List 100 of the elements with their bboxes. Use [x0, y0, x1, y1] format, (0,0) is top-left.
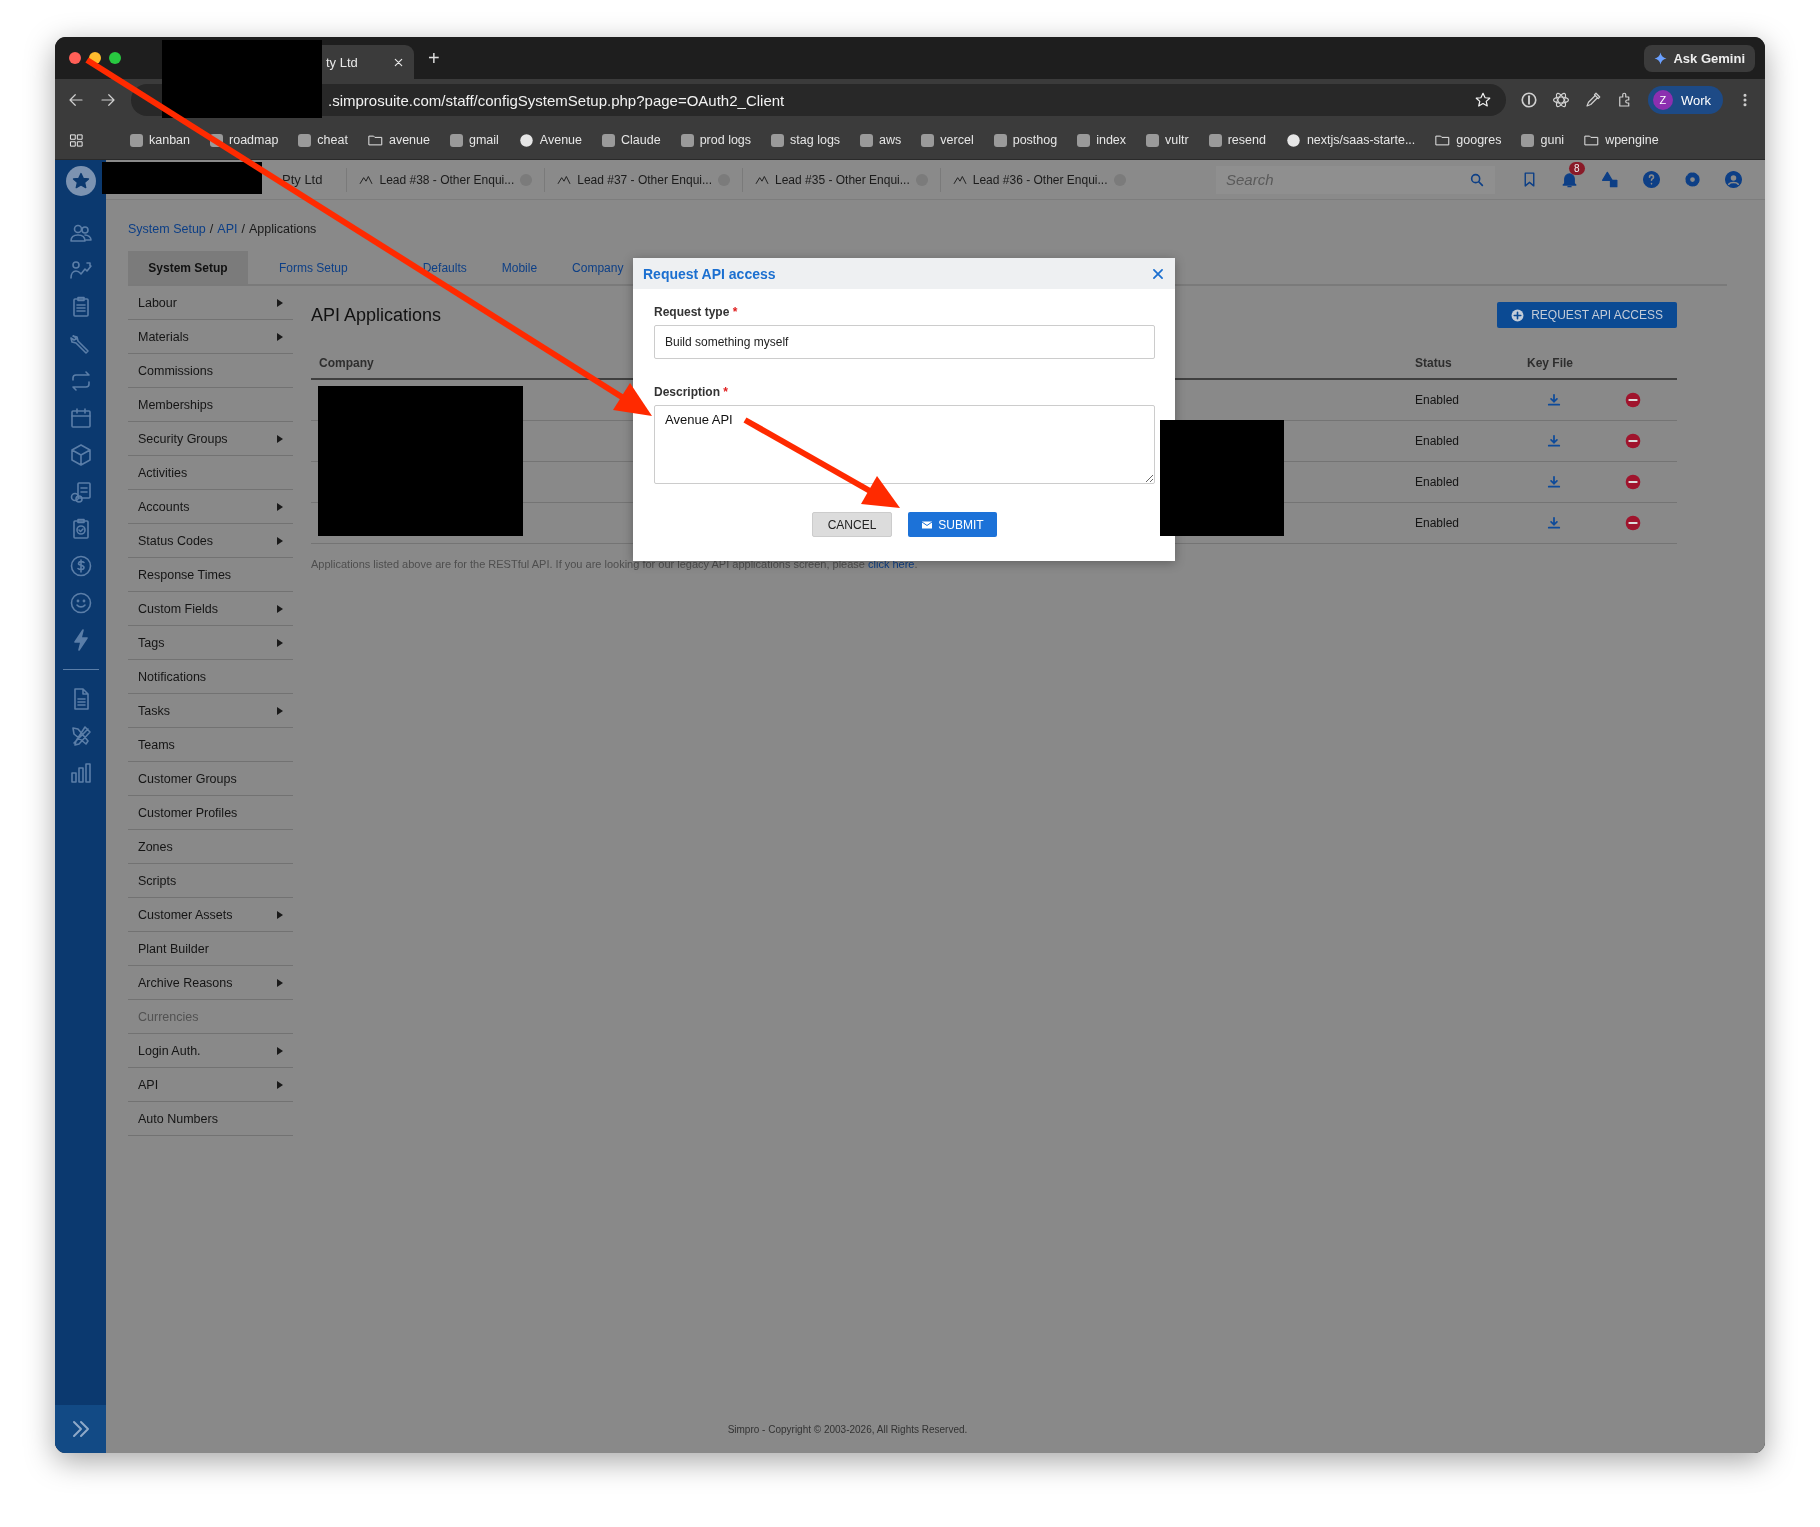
bookmark[interactable]: aws: [860, 133, 902, 147]
bookmark[interactable]: guni: [1521, 133, 1565, 147]
menu-item[interactable]: Tags: [128, 626, 293, 660]
breadcrumb-link[interactable]: API: [217, 222, 238, 236]
bookmark[interactable]: resend: [1208, 133, 1266, 147]
bookmark[interactable]: Avenue: [518, 132, 582, 148]
download-button[interactable]: [1547, 393, 1561, 407]
status-cell: Enabled: [1407, 421, 1519, 462]
close-window-button[interactable]: [69, 52, 81, 64]
menu-item[interactable]: Memberships: [128, 388, 293, 422]
new-tab-button[interactable]: +: [422, 46, 446, 70]
menu-item[interactable]: Tasks: [128, 694, 293, 728]
menu-item[interactable]: Zones: [128, 830, 293, 864]
menu-item[interactable]: Plant Builder: [128, 932, 293, 966]
bookmark[interactable]: posthog: [993, 133, 1058, 147]
menu-item[interactable]: Materials: [128, 320, 293, 354]
menu-item[interactable]: Labour: [128, 286, 293, 320]
column-header: Status: [1407, 348, 1519, 380]
site-icon: [1146, 133, 1160, 147]
menu-item[interactable]: Customer Profiles: [128, 796, 293, 830]
submenu-arrow-icon: [277, 706, 283, 715]
bookmark[interactable]: vercel: [921, 133, 974, 147]
bookmark-star-icon: [1473, 91, 1492, 109]
description-field[interactable]: Avenue API: [654, 405, 1155, 484]
settings-tab[interactable]: Defaults: [422, 251, 467, 284]
bookmark[interactable]: index: [1077, 133, 1127, 147]
settings-tab[interactable]: System Setup: [128, 251, 248, 284]
bookmark[interactable]: googres: [1435, 132, 1502, 148]
menu-item[interactable]: Status Codes: [128, 524, 293, 558]
request-api-access-button[interactable]: REQUEST API ACCESS: [1497, 302, 1677, 328]
download-button[interactable]: [1547, 434, 1561, 448]
bookmark[interactable]: nextjs/saas-starte...: [1285, 132, 1416, 148]
submenu-arrow-icon: [277, 332, 283, 341]
cancel-button[interactable]: CANCEL: [812, 512, 892, 537]
menu-item[interactable]: Accounts: [128, 490, 293, 524]
menu-item[interactable]: Scripts: [128, 864, 293, 898]
profile-button[interactable]: Z Work: [1647, 86, 1723, 114]
field-label: Request type *: [654, 305, 739, 319]
breadcrumb-link[interactable]: System Setup: [128, 222, 206, 236]
browser-tab[interactable]: ty Ltd: [322, 45, 414, 79]
site-icon: [921, 133, 935, 147]
bookmark[interactable]: vultr: [1146, 133, 1189, 147]
menu-item[interactable]: Activities: [128, 456, 293, 490]
breadcrumb-separator: /: [241, 222, 245, 236]
download-button[interactable]: [1547, 475, 1561, 489]
settings-tab[interactable]: Mobile: [501, 251, 538, 284]
submenu-arrow-icon: [277, 434, 283, 443]
menu-item[interactable]: Custom Fields: [128, 592, 293, 626]
bookmark[interactable]: Claude: [602, 133, 661, 147]
bookmark[interactable]: avenue: [367, 132, 430, 148]
site-icon: [1521, 133, 1535, 147]
expand-button[interactable]: [55, 1405, 106, 1453]
breadcrumb-separator: /: [209, 222, 214, 236]
atom-icon: [1551, 91, 1570, 109]
bookmark[interactable]: gmail: [449, 133, 499, 147]
folder-icon: [1435, 132, 1451, 148]
menu-item[interactable]: Customer Assets: [128, 898, 293, 932]
menu-item[interactable]: Security Groups: [128, 422, 293, 456]
lead-tab[interactable]: Lead #38 - Other Enqui...: [346, 167, 545, 192]
download-icon: [1547, 475, 1561, 489]
lead-tab[interactable]: Lead #35 - Other Enqui...: [742, 167, 940, 192]
menu-item[interactable]: Archive Reasons: [128, 966, 293, 1000]
site-icon: [602, 133, 615, 147]
remove-button[interactable]: [1625, 474, 1641, 490]
menu-item[interactable]: Notifications: [128, 660, 293, 694]
menu-item[interactable]: Commissions: [128, 354, 293, 388]
user-icon: [1724, 170, 1743, 189]
submit-button[interactable]: SUBMIT: [908, 512, 997, 537]
menu-item[interactable]: Login Auth.: [128, 1034, 293, 1068]
settings-tab[interactable]: Company: [572, 251, 624, 284]
download-button[interactable]: [1547, 516, 1561, 530]
settings-tab[interactable]: Forms Setup: [279, 251, 348, 284]
box-icon: [68, 443, 93, 467]
submenu-arrow-icon: [277, 502, 283, 511]
maximize-window-button[interactable]: [109, 52, 121, 64]
menu-item[interactable]: Auto Numbers: [128, 1102, 293, 1136]
bookmark[interactable]: roadmap: [210, 133, 279, 147]
bookmark[interactable]: wpengine: [1584, 132, 1659, 148]
dialog-title: Request API access: [643, 265, 776, 282]
site-icon: [130, 133, 143, 147]
menu-item[interactable]: API: [128, 1068, 293, 1102]
remove-button[interactable]: [1625, 433, 1641, 449]
ask-gemini-button[interactable]: Ask Gemini: [1644, 44, 1755, 72]
bookmark[interactable]: stag logs: [771, 133, 841, 147]
forward-icon: [99, 91, 117, 109]
remove-icon: [1625, 515, 1641, 531]
menu-item[interactable]: Customer Groups: [128, 762, 293, 796]
remove-button[interactable]: [1625, 515, 1641, 531]
lead-tab[interactable]: Lead #37 - Other Enqui...: [544, 167, 742, 192]
submenu-arrow-icon: [277, 1080, 283, 1089]
menu-item[interactable]: Teams: [128, 728, 293, 762]
lead-tab[interactable]: Lead #36 - Other Enqui...: [939, 167, 1138, 192]
remove-icon: [1625, 433, 1641, 449]
menu-item[interactable]: Response Times: [128, 558, 293, 592]
remove-button[interactable]: [1625, 392, 1641, 408]
request-type-field[interactable]: Build something myself: [654, 325, 1155, 359]
site-icon: [860, 133, 874, 147]
bookmark[interactable]: prod logs: [680, 133, 752, 147]
bookmark[interactable]: cheat: [298, 133, 348, 147]
bookmark[interactable]: kanban: [130, 133, 190, 147]
